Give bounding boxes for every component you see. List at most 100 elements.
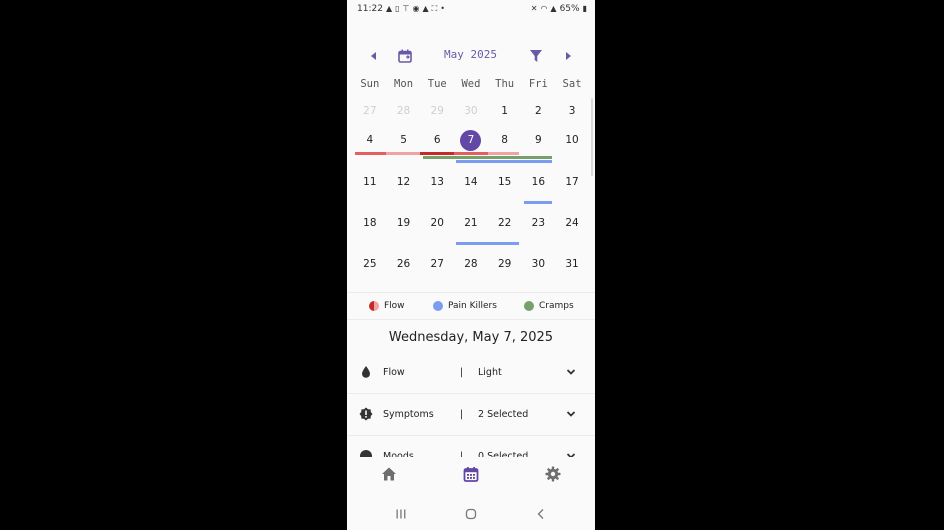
calendar-day-number: 27 xyxy=(363,105,377,117)
calendar-day[interactable]: 8 xyxy=(488,129,522,151)
calendar-day[interactable]: 30 xyxy=(522,253,556,275)
legend-item-pain-killers: Pain Killers xyxy=(433,301,497,311)
calendar-day-number: 7 xyxy=(460,129,482,151)
calendar-day[interactable]: 15 xyxy=(488,171,522,193)
calendar-day[interactable]: 17 xyxy=(555,171,589,193)
event-marker xyxy=(456,160,552,163)
calendar-day[interactable]: 9 xyxy=(522,129,556,151)
calendar-day[interactable]: 30 xyxy=(454,100,488,122)
recent-apps-button[interactable] xyxy=(393,506,409,522)
calendar-grid: 27 28 29 30 1 2 3 4 5 6 7 8 9 10 11 12 13 14 15 16 17 18 19 20 2… xyxy=(353,96,589,286)
alert-icon xyxy=(359,407,373,421)
calendar-day[interactable]: 31 xyxy=(555,253,589,275)
calendar-day[interactable]: 25 xyxy=(353,253,387,275)
calendar-day-number: 23 xyxy=(531,217,546,229)
recent-apps-icon xyxy=(396,509,406,519)
calendar-day[interactable]: 13 xyxy=(420,171,454,193)
cramps-legend-dot xyxy=(524,301,534,311)
calendar-day[interactable]: 28 xyxy=(387,100,421,122)
calendar-day-number: 13 xyxy=(430,176,444,188)
legend-item-flow: Flow xyxy=(369,301,405,311)
calendar-day-number: 14 xyxy=(464,176,478,188)
previous-month-button[interactable] xyxy=(362,44,386,68)
system-back-button[interactable] xyxy=(533,506,549,522)
calendar-day[interactable]: 12 xyxy=(387,171,421,193)
battery-icon: ▮ xyxy=(582,3,587,13)
bottom-navigation xyxy=(347,457,595,493)
calendar-day[interactable]: 23 xyxy=(522,212,556,234)
notification-icon: ⊤ xyxy=(402,3,410,13)
calendar-day[interactable]: 27 xyxy=(420,253,454,275)
calendar-day[interactable]: 3 xyxy=(555,100,589,122)
calendar-day[interactable]: 20 xyxy=(420,212,454,234)
nav-calendar-button[interactable] xyxy=(461,464,481,484)
calendar-day-number: 20 xyxy=(430,217,444,229)
calendar-day[interactable]: 27 xyxy=(353,100,387,122)
calendar-day-number: 8 xyxy=(501,134,508,146)
event-marker xyxy=(420,152,454,155)
symptoms-row[interactable]: Symptoms | 2 Selected xyxy=(347,394,595,436)
wifi-icon: ◠ xyxy=(540,3,548,13)
gear-icon xyxy=(545,466,561,482)
filter-button[interactable] xyxy=(524,44,548,68)
calendar-day[interactable]: 16 xyxy=(522,171,556,193)
event-marker xyxy=(456,242,519,245)
signal-icon: ▲ xyxy=(550,3,557,13)
next-month-button[interactable] xyxy=(556,44,580,68)
calendar-day[interactable]: 6 xyxy=(420,129,454,151)
event-marker xyxy=(524,201,552,204)
month-header: May 2025 xyxy=(347,44,595,68)
calendar-day-number: 4 xyxy=(366,134,374,146)
row-separator: | xyxy=(460,367,464,378)
calendar-day[interactable]: 10 xyxy=(555,129,589,151)
calendar-day[interactable]: 5 xyxy=(387,129,421,151)
calendar-day-number: 21 xyxy=(464,217,478,229)
calendar-day[interactable]: 28 xyxy=(454,253,488,275)
calendar-day[interactable]: 22 xyxy=(488,212,522,234)
calendar-day-number: 18 xyxy=(363,217,377,229)
flow-row[interactable]: Flow | Light xyxy=(347,352,595,394)
calendar-day[interactable]: 14 xyxy=(454,171,488,193)
legend: Flow Pain Killers Cramps xyxy=(347,292,595,320)
today-button[interactable] xyxy=(393,44,417,68)
calendar-day-number: 12 xyxy=(396,176,411,188)
warning-icon: ▲ xyxy=(385,3,393,13)
calendar-day-number: 3 xyxy=(568,105,576,117)
calendar-day-number: 28 xyxy=(396,105,411,117)
calendar-day[interactable]: 4 xyxy=(353,129,387,151)
legend-label: Cramps xyxy=(539,301,574,311)
calendar-day-selected[interactable]: 7 xyxy=(454,129,488,151)
event-marker xyxy=(488,152,519,155)
nav-settings-button[interactable] xyxy=(543,464,563,484)
screenshot-icon: ⛶ xyxy=(431,3,438,13)
status-time: 11:22 xyxy=(357,3,383,14)
nav-home-button[interactable] xyxy=(379,464,399,484)
legend-label: Pain Killers xyxy=(448,301,497,311)
calendar-day[interactable]: 29 xyxy=(420,100,454,122)
calendar-day[interactable]: 21 xyxy=(454,212,488,234)
battery-percent: 65% xyxy=(559,3,580,14)
chevron-down-icon[interactable] xyxy=(565,408,577,420)
legend-label: Flow xyxy=(384,301,405,311)
chevron-down-icon[interactable] xyxy=(565,366,577,378)
pain-killers-legend-dot xyxy=(433,301,443,311)
calendar-today-icon xyxy=(398,49,412,63)
status-bar: 11:22 ▲ ▯ ⊤ ◉ ▲ ⛶ • ✕ ◠ ▲ 65% ▮ xyxy=(347,0,595,17)
calendar-day[interactable]: 18 xyxy=(353,212,387,234)
weekday-label: Fri xyxy=(528,78,548,90)
calendar-day[interactable]: 11 xyxy=(353,171,387,193)
calendar-day[interactable]: 24 xyxy=(555,212,589,234)
weekday-label: Tue xyxy=(427,78,447,90)
selected-date-title: Wednesday, May 7, 2025 xyxy=(388,330,554,345)
calendar-day[interactable]: 29 xyxy=(488,253,522,275)
system-home-button[interactable] xyxy=(463,506,479,522)
calendar-day-number: 29 xyxy=(430,105,444,117)
calendar-day-number: 29 xyxy=(497,258,512,270)
calendar-day[interactable]: 2 xyxy=(522,100,556,122)
calendar-day[interactable]: 26 xyxy=(387,253,421,275)
calendar-day[interactable]: 1 xyxy=(488,100,522,122)
calendar-day-number: 9 xyxy=(535,134,542,146)
weekday-label: Thu xyxy=(495,78,515,90)
scrollbar-thumb[interactable] xyxy=(591,98,593,176)
calendar-day[interactable]: 19 xyxy=(387,212,421,234)
